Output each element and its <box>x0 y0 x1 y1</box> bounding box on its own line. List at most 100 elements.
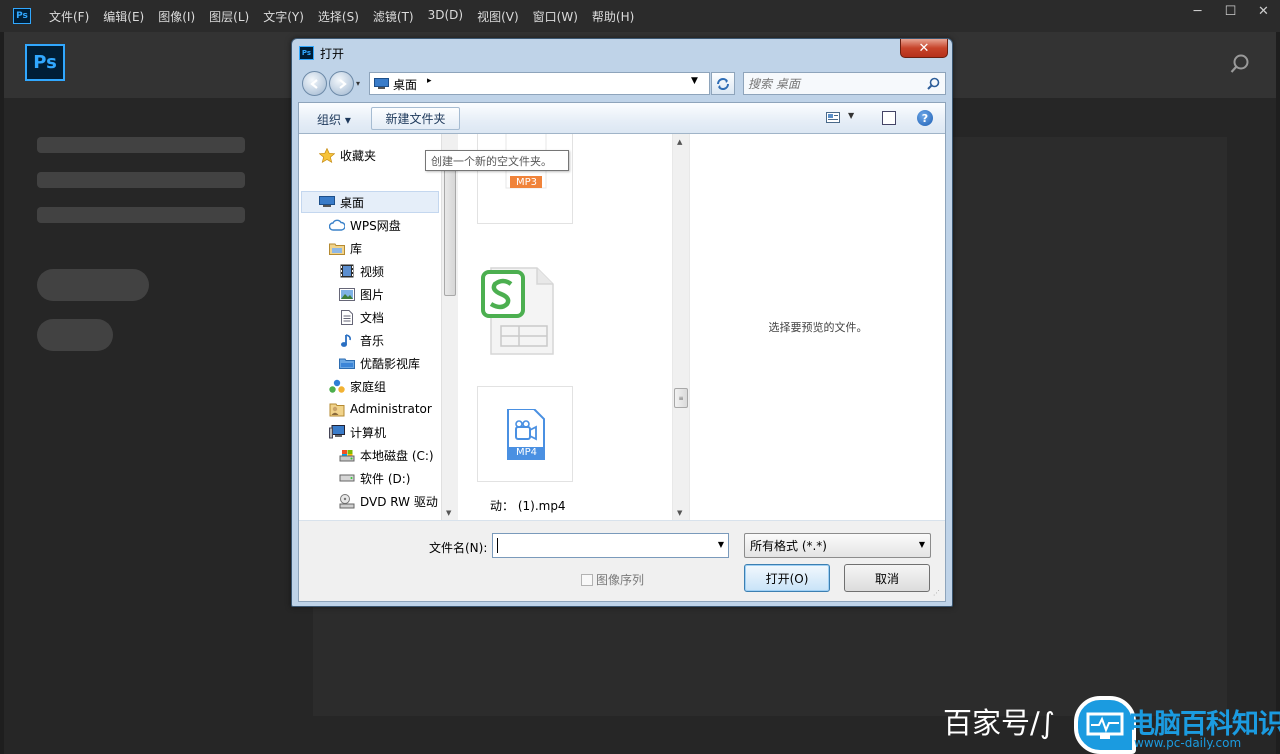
dialog-close-button[interactable]: ✕ <box>900 39 948 58</box>
nav-label: Administrator <box>350 402 432 416</box>
menu-type[interactable]: 文字(Y) <box>263 8 304 25</box>
preview-pane-icon[interactable] <box>882 111 896 125</box>
dvd-drive-icon <box>339 493 355 508</box>
preview-hint: 选择要预览的文件。 <box>768 321 868 334</box>
checkbox-box[interactable] <box>581 573 593 586</box>
file-tile-wps-sheet[interactable] <box>477 262 573 358</box>
open-dialog: Ps 打开 ✕ ▾ 桌面 ▸ ▼ 组织 ▾ 新建文件夹 ▼ <box>291 38 953 607</box>
nav-item-videos[interactable]: 视频 <box>339 260 384 282</box>
nav-item-music[interactable]: 音乐 <box>339 329 384 351</box>
nav-item-documents[interactable]: 文档 <box>339 306 384 328</box>
window-close-button[interactable]: ✕ <box>1247 0 1280 22</box>
nav-item-computer[interactable]: 计算机 <box>329 421 386 443</box>
file-label-mp4[interactable]: 动： (1).mp4 <box>490 497 566 514</box>
refresh-button[interactable] <box>711 72 735 95</box>
document-icon <box>339 309 355 325</box>
nav-label: 收藏夹 <box>340 148 377 163</box>
recent-pages-dropdown[interactable]: ▾ <box>356 79 364 89</box>
cancel-button[interactable]: 取消 <box>844 564 930 592</box>
nav-item-wps-cloud[interactable]: WPS网盘 <box>329 214 401 236</box>
image-sequence-checkbox[interactable]: 图像序列 <box>581 571 644 588</box>
menu-filter[interactable]: 滤镜(T) <box>373 8 414 25</box>
nav-item-administrator[interactable]: Administrator <box>329 398 432 420</box>
file-tile-mp3[interactable]: MP3 <box>477 134 573 224</box>
search-icon[interactable] <box>1230 54 1250 74</box>
drive-c-icon <box>339 448 355 462</box>
address-bar[interactable]: 桌面 ▸ ▼ <box>369 72 710 95</box>
ps-logo: Ps <box>25 44 65 81</box>
menu-file[interactable]: 文件(F) <box>49 8 89 25</box>
nav-item-desktop[interactable]: 桌面 <box>301 191 439 213</box>
scroll-down-arrow-icon[interactable]: ▼ <box>446 509 451 517</box>
search-input[interactable] <box>748 75 918 92</box>
breadcrumb-arrow[interactable]: ▸ <box>427 76 432 86</box>
forward-button[interactable] <box>329 71 354 96</box>
open-button[interactable]: 打开(O) <box>744 564 830 592</box>
nav-item-homegroup[interactable]: 家庭组 <box>329 375 386 397</box>
nav-scrollbar[interactable]: ▼ <box>441 134 458 520</box>
placeholder-pill <box>37 319 113 351</box>
monitor-icon <box>1074 696 1136 754</box>
menu-edit[interactable]: 编辑(E) <box>103 8 144 25</box>
nav-item-libraries[interactable]: 库 <box>329 237 362 259</box>
menu-3d[interactable]: 3D(D) <box>428 8 463 25</box>
music-icon <box>339 333 355 347</box>
nav-label: 优酷影视库 <box>360 356 421 371</box>
dialog-content: 组织 ▾ 新建文件夹 ▼ ? 创建一个新的空文件夹。 收藏夹 桌面 WPS网盘 <box>298 102 946 602</box>
ps-mini-logo: Ps <box>13 8 31 24</box>
search-icon[interactable] <box>927 77 940 90</box>
nav-item-drive-c[interactable]: 本地磁盘 (C:) <box>339 444 434 466</box>
ps-menu: 文件(F) 编辑(E) 图像(I) 图层(L) 文字(Y) 选择(S) 滤镜(T… <box>49 8 648 25</box>
address-row: ▾ 桌面 ▸ ▼ <box>298 71 948 97</box>
view-dropdown[interactable]: ▼ <box>848 111 854 120</box>
nav-scrollbar-thumb[interactable] <box>444 164 456 296</box>
minimize-button[interactable]: ─ <box>1181 0 1214 22</box>
nav-label: DVD RW 驱动 <box>360 494 438 509</box>
nav-item-favorites[interactable]: 收藏夹 <box>319 144 376 166</box>
menu-view[interactable]: 视图(V) <box>477 8 519 25</box>
menu-layer[interactable]: 图层(L) <box>209 8 249 25</box>
scroll-up-arrow-icon[interactable]: ▲ <box>677 138 682 146</box>
watermark-text: 百家号/∫ <box>943 706 1055 740</box>
watermark-logo: 电脑百科知识 www.pc-daily.com <box>1062 694 1280 754</box>
file-tile-mp4[interactable]: MP4 <box>477 386 573 482</box>
homegroup-icon <box>329 379 345 393</box>
mp3-badge: MP3 <box>516 177 538 188</box>
nav-label: 文档 <box>360 310 385 325</box>
library-icon <box>329 241 345 255</box>
refresh-icon <box>717 77 729 90</box>
address-dropdown[interactable]: ▼ <box>691 76 698 86</box>
search-box[interactable] <box>743 72 946 95</box>
nav-item-drive-d[interactable]: 软件 (D:) <box>339 467 410 489</box>
file-list: MP3 MP4 动： (1).mp4 <box>458 134 676 520</box>
file-scrollbar[interactable]: ▲ ≡ ▼ <box>672 134 689 520</box>
menu-image[interactable]: 图像(I) <box>158 8 195 25</box>
image-sequence-label: 图像序列 <box>596 573 645 587</box>
help-icon[interactable]: ? <box>917 110 933 126</box>
nav-item-youku[interactable]: 优酷影视库 <box>339 352 420 374</box>
view-icon[interactable] <box>826 112 840 123</box>
menu-help[interactable]: 帮助(H) <box>592 8 634 25</box>
chevron-down-icon[interactable]: ▼ <box>718 540 724 549</box>
back-button[interactable] <box>302 71 327 96</box>
new-folder-button[interactable]: 新建文件夹 <box>371 107 460 130</box>
chevron-down-icon: ▼ <box>918 540 925 549</box>
filename-input[interactable]: ▼ <box>492 533 729 558</box>
nav-item-pictures[interactable]: 图片 <box>339 283 384 305</box>
menu-select[interactable]: 选择(S) <box>318 8 359 25</box>
restore-button[interactable]: ☐ <box>1214 0 1247 22</box>
nav-item-dvd-drive[interactable]: DVD RW 驱动 <box>339 490 438 512</box>
organize-menu[interactable]: 组织 ▾ <box>317 111 351 128</box>
nav-label: 家庭组 <box>350 379 387 394</box>
star-icon <box>319 147 335 163</box>
resize-grip-icon[interactable]: ⋰ <box>933 589 943 599</box>
nav-label: 音乐 <box>360 333 385 348</box>
menu-window[interactable]: 窗口(W) <box>533 8 578 25</box>
scroll-down-arrow-icon[interactable]: ▼ <box>677 509 682 517</box>
format-select[interactable]: 所有格式 (*.*) ▼ <box>744 533 931 558</box>
address-location[interactable]: 桌面 <box>393 76 417 93</box>
dialog-titlebar[interactable]: Ps 打开 ✕ <box>292 39 952 67</box>
dialog-footer: 文件名(N): ▼ 所有格式 (*.*) ▼ 图像序列 打开(O) 取消 ⋰ <box>299 520 945 601</box>
arrow-right-icon <box>338 78 347 89</box>
file-scrollbar-thumb[interactable]: ≡ <box>674 388 688 408</box>
